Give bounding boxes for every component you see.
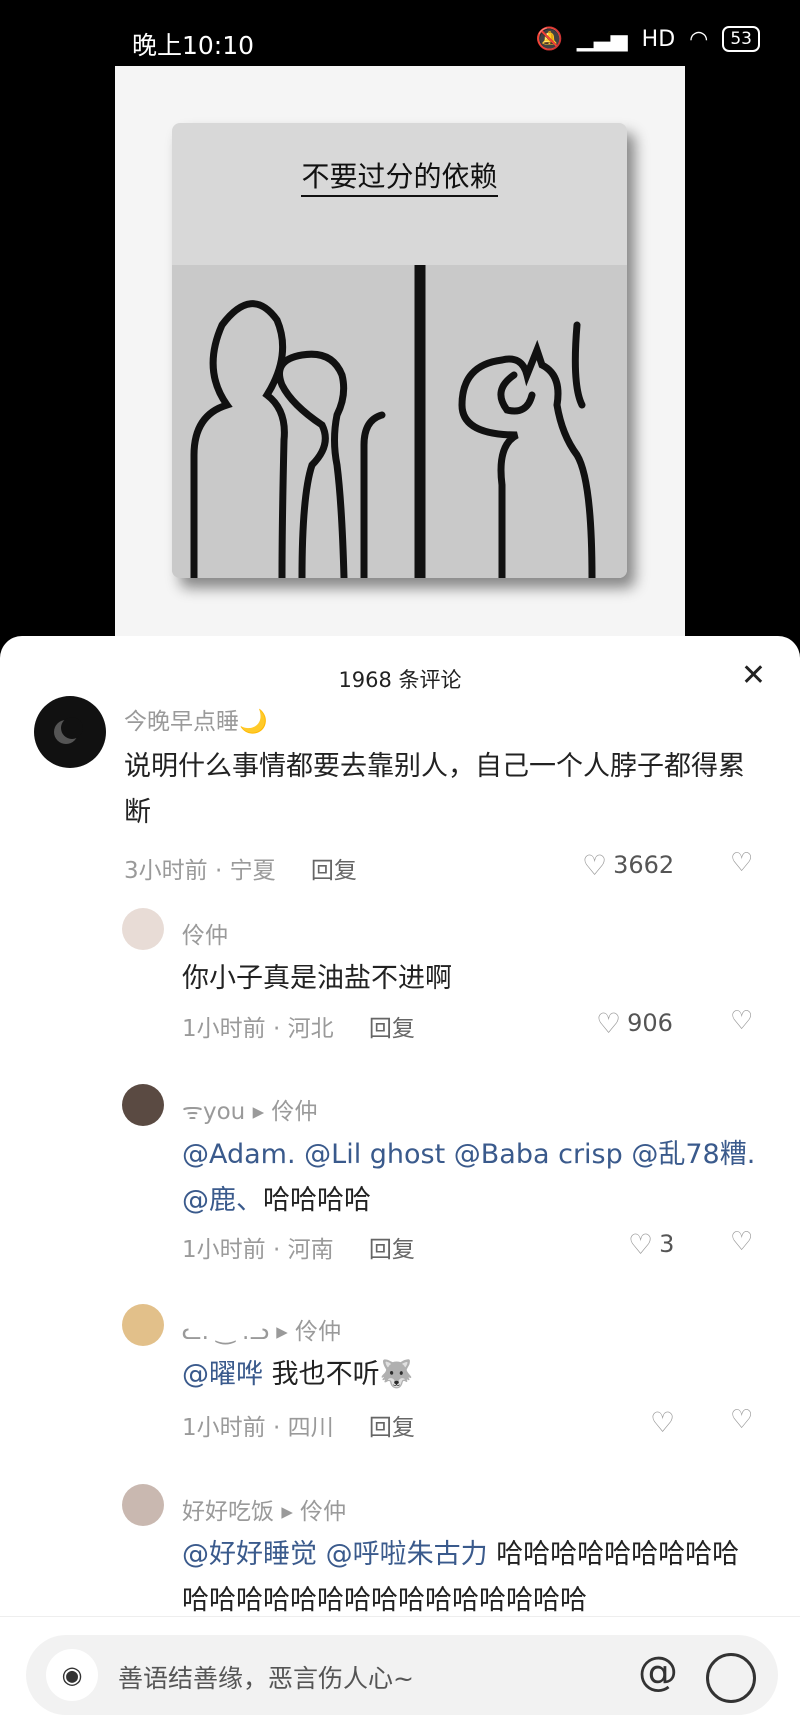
comment-username[interactable]: 好好吃饭 ▸ 伶仲 xyxy=(182,1492,346,1526)
meta-separator: · xyxy=(272,1415,281,1441)
signal-icon: ▁▃▅ xyxy=(576,26,628,52)
comment-meta: 3小时前 · 宁夏 回复 xyxy=(124,851,357,885)
reply-arrow-icon: ▸ xyxy=(276,1319,296,1345)
reply-to-username[interactable]: 伶仲 xyxy=(300,1499,346,1525)
reply-username[interactable]: ᓚ. ‿ .ᓗ xyxy=(182,1319,269,1345)
comment-text: @曜哗 我也不听🐺 xyxy=(182,1352,762,1398)
wifi-icon: ◠ xyxy=(689,26,709,52)
comment-text: @好好睡觉 @呼啦朱古力 哈哈哈哈哈哈哈哈哈哈哈哈哈哈哈哈哈哈哈哈哈哈哈哈 xyxy=(182,1532,752,1624)
like-button[interactable]: ♡ 3 xyxy=(628,1228,674,1261)
comment-body: 哈哈哈哈 xyxy=(263,1185,371,1216)
comment-time: 1小时前 xyxy=(182,1415,266,1441)
avatar[interactable] xyxy=(122,1484,164,1526)
comment-username[interactable]: 伶仲 xyxy=(182,916,228,950)
broken-heart-icon[interactable]: ♡ xyxy=(730,1006,753,1036)
like-count: 3 xyxy=(659,1230,675,1258)
comment-input[interactable]: ◉ 善语结善缘，恶言伤人心~ @ xyxy=(26,1635,778,1715)
reply-to-username[interactable]: 伶仲 xyxy=(295,1319,341,1345)
comment-input-bar: ◉ 善语结善缘，恶言伤人心~ @ xyxy=(0,1616,800,1734)
heart-icon: ♡ xyxy=(628,1228,654,1261)
reply-arrow-icon: ▸ xyxy=(252,1099,272,1125)
comment-username[interactable]: 今晚早点睡🌙 xyxy=(124,702,268,736)
meta-separator: · xyxy=(214,858,223,884)
moon-icon xyxy=(54,717,83,744)
status-time: 晚上10:10 xyxy=(132,31,255,60)
mute-icon: 🔕 xyxy=(535,26,563,52)
like-button[interactable]: ♡ 3662 xyxy=(582,849,674,882)
heart-icon: ♡ xyxy=(596,1007,622,1040)
avatar[interactable] xyxy=(122,908,164,950)
reply-username[interactable]: ᯤyou xyxy=(182,1099,245,1125)
comment-meta: 1小时前 · 河南 回复 xyxy=(182,1230,415,1264)
broken-heart-icon[interactable]: ♡ xyxy=(730,1405,753,1435)
like-count: 3662 xyxy=(613,851,675,879)
mention-list[interactable]: @好好睡觉 @呼啦朱古力 xyxy=(182,1539,488,1570)
avatar[interactable] xyxy=(122,1304,164,1346)
comments-sheet: 1968 条评论 ✕ 今晚早点睡🌙 说明什么事情都要去靠别人，自己一个人脖子都得… xyxy=(0,636,800,1733)
broken-heart-icon[interactable]: ♡ xyxy=(730,1227,753,1257)
comment-count: 1968 条评论 xyxy=(338,668,462,692)
comment-username[interactable]: ᓚ. ‿ .ᓗ ▸ 伶仲 xyxy=(182,1312,341,1346)
meta-separator: · xyxy=(272,1016,281,1042)
meme-photo: 不要过分的依赖 xyxy=(172,123,627,578)
status-icons: 🔕 ▁▃▅ HD ◠ 53 xyxy=(535,26,760,52)
status-bar: 晚上10:10 🔕 ▁▃▅ HD ◠ 53 xyxy=(0,0,800,66)
reply-username[interactable]: 好好吃饭 xyxy=(182,1499,274,1525)
meta-separator: · xyxy=(272,1237,281,1263)
comment-meta: 1小时前 · 河北 回复 xyxy=(182,1009,415,1043)
post-image[interactable]: 不要过分的依赖 xyxy=(115,66,685,636)
close-button[interactable]: ✕ xyxy=(741,658,766,693)
like-count: 906 xyxy=(627,1009,673,1037)
reply-arrow-icon: ▸ xyxy=(281,1499,301,1525)
image-title: 不要过分的依赖 xyxy=(301,160,498,197)
comment-location: 河南 xyxy=(287,1237,334,1263)
comment-meta: 1小时前 · 四川 回复 xyxy=(182,1408,415,1442)
comment-text: 你小子真是油盐不进啊 xyxy=(182,963,452,994)
comment-body: 我也不听🐺 xyxy=(271,1359,414,1390)
comment-time: 3小时前 xyxy=(124,858,208,884)
battery-icon: 53 xyxy=(722,26,760,52)
comment-location: 宁夏 xyxy=(229,858,276,884)
comment-location: 四川 xyxy=(287,1415,334,1441)
mention-list[interactable]: @曜哗 xyxy=(182,1359,263,1390)
comment-time: 1小时前 xyxy=(182,1016,266,1042)
heart-icon: ♡ xyxy=(650,1406,676,1439)
comment-text: 说明什么事情都要去靠别人，自己一个人脖子都得累断 xyxy=(124,751,745,828)
like-button[interactable]: ♡ xyxy=(650,1406,681,1439)
comment-location: 河北 xyxy=(287,1016,334,1042)
comment-text: @Adam. @Lil ghost @Baba crisp @乱78糟. @鹿、… xyxy=(182,1132,762,1224)
reply-to-username[interactable]: 伶仲 xyxy=(271,1099,317,1125)
reply-button[interactable]: 回复 xyxy=(369,1237,415,1263)
comment-username[interactable]: ᯤyou ▸ 伶仲 xyxy=(182,1092,317,1126)
reply-button[interactable]: 回复 xyxy=(369,1016,415,1042)
broken-heart-icon[interactable]: ♡ xyxy=(730,848,753,878)
input-placeholder[interactable]: 善语结善缘，恶言伤人心~ xyxy=(118,1659,414,1695)
comment-time: 1小时前 xyxy=(182,1237,266,1263)
avatar[interactable] xyxy=(34,696,106,768)
dependence-illustration xyxy=(172,265,627,578)
mention-button[interactable]: @ xyxy=(638,1649,678,1695)
emoji-icon[interactable] xyxy=(706,1653,756,1703)
like-button[interactable]: ♡ 906 xyxy=(596,1007,673,1040)
reply-button[interactable]: 回复 xyxy=(311,858,357,884)
heart-icon: ♡ xyxy=(582,849,608,882)
hd-signal-icon: HD xyxy=(641,26,676,52)
avatar[interactable] xyxy=(122,1084,164,1126)
reply-button[interactable]: 回复 xyxy=(369,1415,415,1441)
camera-icon[interactable]: ◉ xyxy=(46,1649,98,1701)
